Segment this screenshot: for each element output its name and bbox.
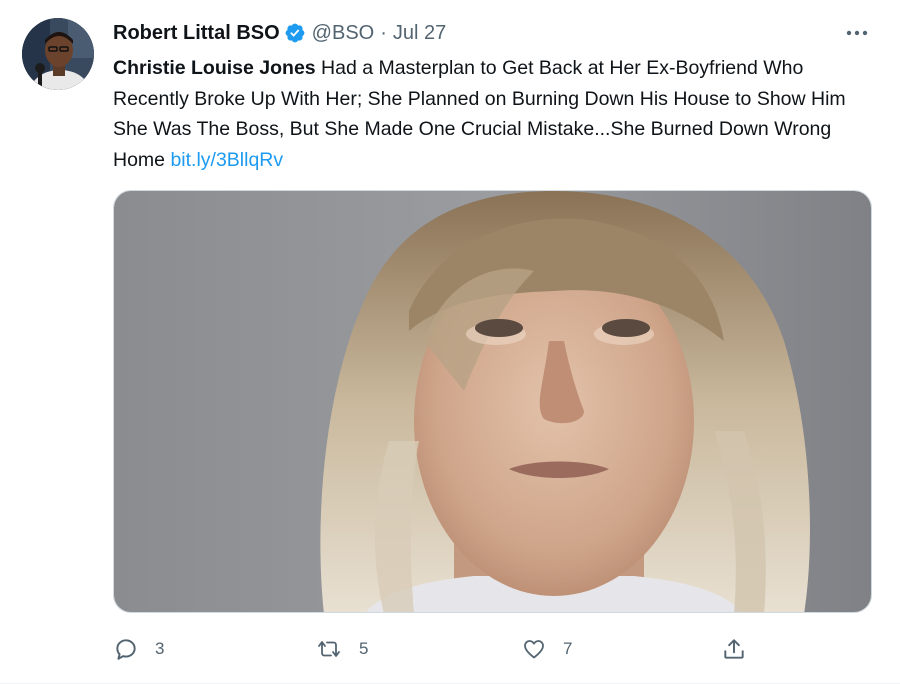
tweet-text-bold-lead: Christie Louise Jones [113,57,316,79]
header-separator: · [380,21,387,44]
author-handle[interactable]: @BSO [312,22,375,45]
share-button[interactable] [721,632,747,666]
tweet-text: Christie Louise Jones Had a Masterplan t… [113,53,883,175]
reply-button[interactable]: 3 [113,632,164,666]
more-icon[interactable] [842,20,872,46]
reply-count: 3 [155,639,165,658]
like-count: 7 [563,639,573,658]
retweet-icon [315,637,343,661]
reply-icon [113,636,139,662]
share-icon [721,636,747,662]
tweet-actions: 3 5 7 [113,632,753,666]
tweet-header: Robert Littal BSO @BSO · Jul 27 [113,19,446,47]
tweet-link[interactable]: bit.ly/3BllqRv [170,149,283,171]
retweet-count: 5 [359,639,369,658]
author-display-name[interactable]: Robert Littal BSO [113,22,280,45]
avatar[interactable] [22,18,94,90]
tweet-timestamp[interactable]: Jul 27 [393,22,446,45]
tweet-card[interactable]: Robert Littal BSO @BSO · Jul 27 Christie… [0,0,900,684]
verified-badge-icon [284,22,306,44]
retweet-button[interactable]: 5 [315,632,368,666]
like-icon [521,637,547,661]
like-button[interactable]: 7 [521,632,572,666]
tweet-photo[interactable] [113,190,872,613]
